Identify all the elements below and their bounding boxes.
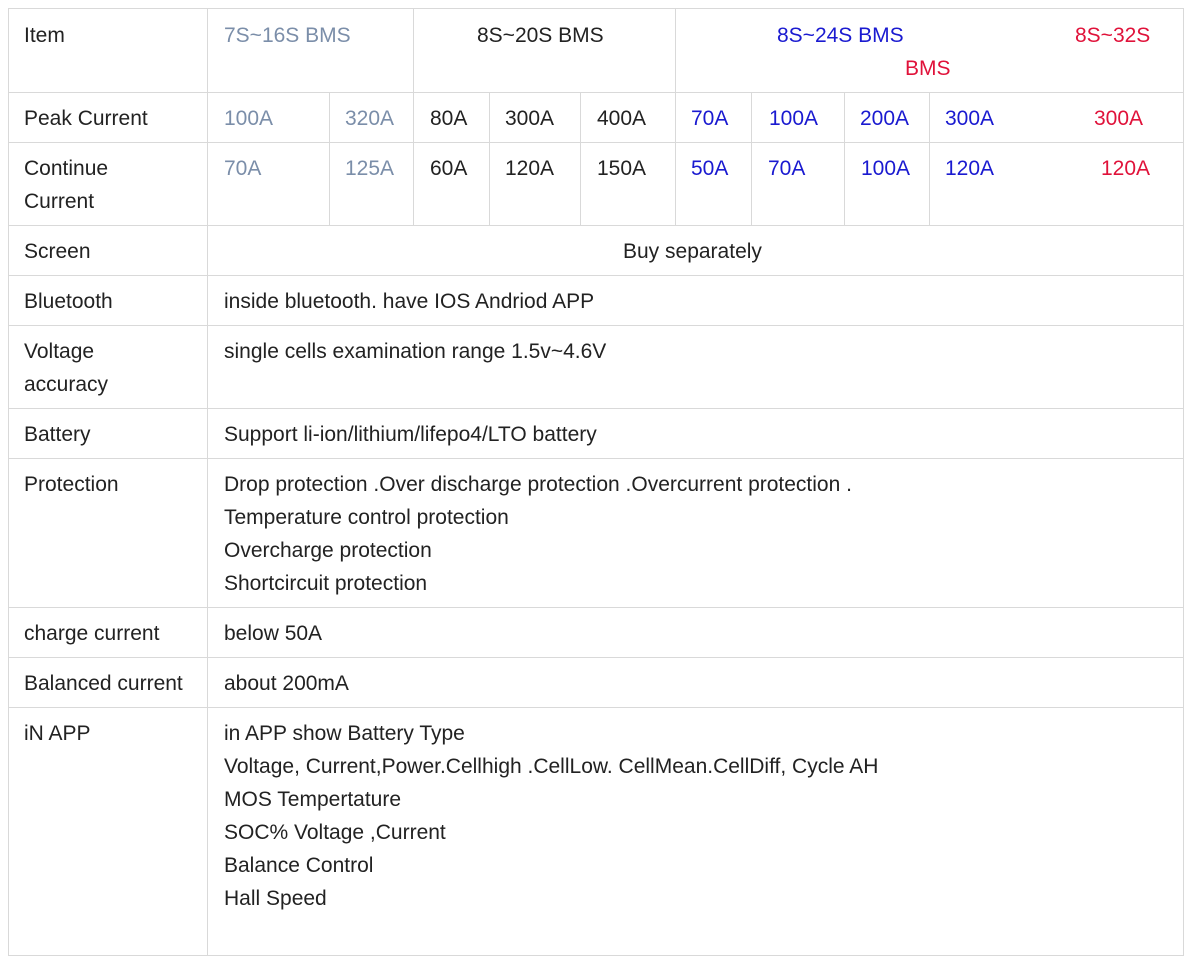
peak-value-cell: 80A xyxy=(430,107,468,130)
bluetooth-label: Bluetooth xyxy=(24,290,113,313)
peak-value-cell: 100A xyxy=(224,107,274,130)
screen-value: Buy separately xyxy=(623,240,762,263)
continue-value-cell: 60A xyxy=(430,157,468,180)
continue-value-cell: 50A xyxy=(691,157,729,180)
header-group-7s-16s: 7S~16S BMS xyxy=(224,24,351,47)
app-label: iN APP xyxy=(24,722,91,745)
peak-value-cell: 200A xyxy=(860,107,910,130)
app-feature-list: in APP show Battery Type Voltage, Curren… xyxy=(224,717,878,915)
balanced-current-label: Balanced current xyxy=(24,672,183,695)
peak-value-cell: 300A xyxy=(1094,107,1144,130)
header-group-8s-24s: 8S~24S BMS xyxy=(777,24,904,47)
battery-value: Support li-ion/lithium/lifepo4/LTO batte… xyxy=(224,423,597,446)
protection-line: Overcharge protection xyxy=(224,539,432,562)
protection-list: Drop protection .Over discharge protecti… xyxy=(224,468,852,600)
header-group-8s-20s: 8S~20S BMS xyxy=(477,24,604,47)
peak-value-cell: 320A xyxy=(345,107,395,130)
header-group-8s-32s-line1: 8S~32S xyxy=(1075,24,1151,47)
voltage-accuracy-value: single cells examination range 1.5v~4.6V xyxy=(224,340,607,363)
header-item-label: Item xyxy=(24,24,65,47)
app-feature-line: MOS Tempertature xyxy=(224,788,402,811)
charge-current-value: below 50A xyxy=(224,622,323,645)
continue-value-cell: 70A xyxy=(768,157,806,180)
app-feature-line: SOC% Voltage ,Current xyxy=(224,821,446,844)
protection-line: Shortcircuit protection xyxy=(224,572,428,595)
continue-value-cell: 125A xyxy=(345,157,395,180)
continue-value-cell: 120A xyxy=(1101,157,1151,180)
app-feature-line: in APP show Battery Type xyxy=(224,722,465,745)
protection-line: Temperature control protection xyxy=(224,506,509,529)
continue-value-cell: 120A xyxy=(505,157,555,180)
continue-value-cell: 120A xyxy=(945,157,995,180)
bluetooth-value: inside bluetooth. have IOS Andriod APP xyxy=(224,290,595,313)
continue-value-cell: 100A xyxy=(861,157,911,180)
screen-label: Screen xyxy=(24,240,91,263)
app-feature-line: Balance Control xyxy=(224,854,374,877)
battery-label: Battery xyxy=(24,423,91,446)
app-feature-line: Voltage, Current,Power.Cellhigh .CellLow… xyxy=(224,755,879,778)
app-feature-line: Hall Speed xyxy=(224,887,327,910)
peak-value-cell: 400A xyxy=(597,107,647,130)
peak-current-label: Peak Current xyxy=(24,107,148,130)
peak-value-cell: 100A xyxy=(769,107,819,130)
charge-current-label: charge current xyxy=(24,622,160,645)
voltage-accuracy-label-line2: accuracy xyxy=(24,373,109,396)
continue-value-cell: 150A xyxy=(597,157,647,180)
continue-current-label-line1: Continue xyxy=(24,157,109,180)
balanced-current-value: about 200mA xyxy=(224,672,349,695)
header-group-8s-32s-line2: BMS xyxy=(905,57,951,80)
continue-current-label-line2: Current xyxy=(24,190,95,213)
continue-value-cell: 70A xyxy=(224,157,262,180)
protection-label: Protection xyxy=(24,473,119,496)
voltage-accuracy-label-line1: Voltage xyxy=(24,340,95,363)
peak-value-cell: 300A xyxy=(505,107,555,130)
peak-value-cell: 300A xyxy=(945,107,995,130)
peak-value-cell: 70A xyxy=(691,107,729,130)
protection-line: Drop protection .Over discharge protecti… xyxy=(224,473,852,496)
